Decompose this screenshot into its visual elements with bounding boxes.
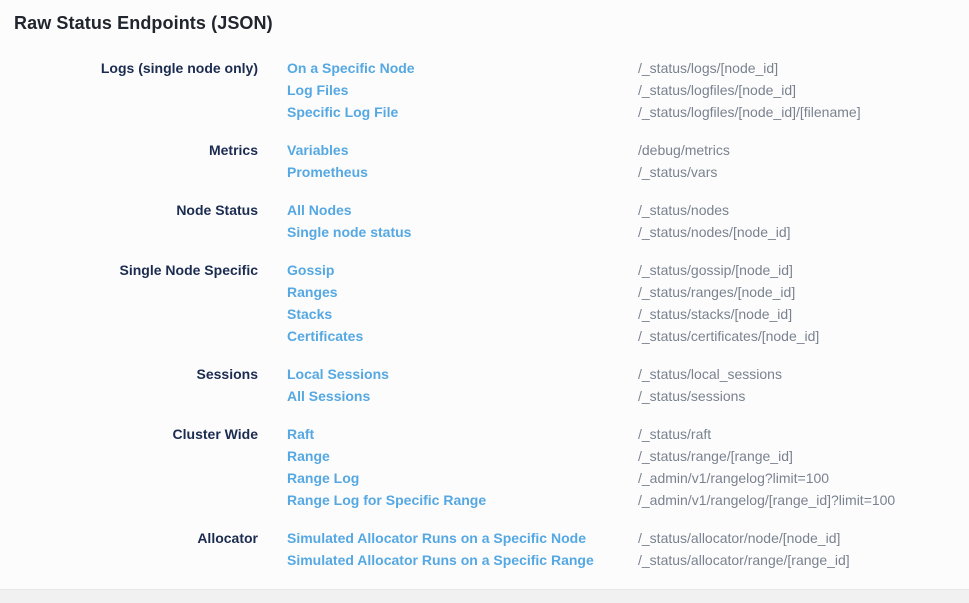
endpoint-path: /_admin/v1/rangelog/[range_id]?limit=100 bbox=[638, 489, 955, 511]
group-paths: /_status/allocator/node/[node_id]/_statu… bbox=[638, 527, 955, 571]
group-category-label: Logs (single node only) bbox=[14, 57, 258, 79]
group-category-label: Metrics bbox=[14, 139, 258, 161]
endpoint-group: Allocator Simulated Allocator Runs on a … bbox=[14, 527, 955, 571]
group-paths: /_status/local_sessions/_status/sessions bbox=[638, 363, 955, 407]
endpoint-path: /_status/certificates/[node_id] bbox=[638, 325, 955, 347]
group-category-label: Allocator bbox=[14, 527, 258, 549]
group-links: VariablesPrometheus bbox=[287, 139, 638, 183]
group-paths: /_status/logs/[node_id]/_status/logfiles… bbox=[638, 57, 955, 123]
group-links: RaftRangeRange LogRange Log for Specific… bbox=[287, 423, 638, 511]
endpoint-group: Single Node Specific GossipRangesStacksC… bbox=[14, 259, 955, 347]
endpoint-path: /debug/metrics bbox=[638, 139, 955, 161]
endpoint-path: /_status/logs/[node_id] bbox=[638, 57, 955, 79]
endpoint-groups: Logs (single node only) On a Specific No… bbox=[14, 57, 955, 571]
group-category-label: Node Status bbox=[14, 199, 258, 221]
group-category-label: Single Node Specific bbox=[14, 259, 258, 281]
group-links: On a Specific NodeLog FilesSpecific Log … bbox=[287, 57, 638, 123]
endpoint-path: /_status/logfiles/[node_id] bbox=[638, 79, 955, 101]
endpoint-link[interactable]: Local Sessions bbox=[287, 363, 389, 385]
endpoint-path: /_status/logfiles/[node_id]/[filename] bbox=[638, 101, 955, 123]
group-links: Simulated Allocator Runs on a Specific N… bbox=[287, 527, 638, 571]
endpoint-link[interactable]: Gossip bbox=[287, 259, 334, 281]
group-paths: /debug/metrics/_status/vars bbox=[638, 139, 955, 183]
endpoint-path: /_status/local_sessions bbox=[638, 363, 955, 385]
endpoint-link[interactable]: Range Log for Specific Range bbox=[287, 489, 486, 511]
endpoint-link[interactable]: All Sessions bbox=[287, 385, 370, 407]
endpoint-group: Node Status All NodesSingle node status … bbox=[14, 199, 955, 243]
raw-status-endpoints-page: Raw Status Endpoints (JSON) Logs (single… bbox=[0, 0, 969, 589]
footer-bar bbox=[0, 589, 969, 603]
endpoint-link[interactable]: Specific Log File bbox=[287, 101, 398, 123]
group-paths: /_status/gossip/[node_id]/_status/ranges… bbox=[638, 259, 955, 347]
endpoint-link[interactable]: On a Specific Node bbox=[287, 57, 415, 79]
endpoint-link[interactable]: Prometheus bbox=[287, 161, 368, 183]
group-paths: /_status/raft/_status/range/[range_id]/_… bbox=[638, 423, 955, 511]
endpoint-link[interactable]: Range bbox=[287, 445, 330, 467]
endpoint-path: /_admin/v1/rangelog?limit=100 bbox=[638, 467, 955, 489]
endpoint-link[interactable]: Simulated Allocator Runs on a Specific R… bbox=[287, 549, 594, 571]
group-links: All NodesSingle node status bbox=[287, 199, 638, 243]
endpoint-path: /_status/allocator/node/[node_id] bbox=[638, 527, 955, 549]
group-links: Local SessionsAll Sessions bbox=[287, 363, 638, 407]
endpoint-link[interactable]: Single node status bbox=[287, 221, 411, 243]
endpoint-link[interactable]: Variables bbox=[287, 139, 349, 161]
endpoint-path: /_status/nodes bbox=[638, 199, 955, 221]
endpoint-link[interactable]: Raft bbox=[287, 423, 314, 445]
group-category-label: Cluster Wide bbox=[14, 423, 258, 445]
page-title: Raw Status Endpoints (JSON) bbox=[14, 13, 955, 34]
endpoint-link[interactable]: Range Log bbox=[287, 467, 359, 489]
endpoint-path: /_status/ranges/[node_id] bbox=[638, 281, 955, 303]
endpoint-path: /_status/nodes/[node_id] bbox=[638, 221, 955, 243]
endpoint-link[interactable]: Certificates bbox=[287, 325, 363, 347]
endpoint-link[interactable]: Log Files bbox=[287, 79, 348, 101]
endpoint-link[interactable]: All Nodes bbox=[287, 199, 352, 221]
endpoint-path: /_status/allocator/range/[range_id] bbox=[638, 549, 955, 571]
endpoint-path: /_status/stacks/[node_id] bbox=[638, 303, 955, 325]
endpoint-path: /_status/raft bbox=[638, 423, 955, 445]
group-category-label: Sessions bbox=[14, 363, 258, 385]
group-paths: /_status/nodes/_status/nodes/[node_id] bbox=[638, 199, 955, 243]
endpoint-group: Sessions Local SessionsAll Sessions /_st… bbox=[14, 363, 955, 407]
endpoint-group: Cluster Wide RaftRangeRange LogRange Log… bbox=[14, 423, 955, 511]
endpoint-link[interactable]: Stacks bbox=[287, 303, 332, 325]
endpoint-link[interactable]: Ranges bbox=[287, 281, 338, 303]
endpoint-path: /_status/vars bbox=[638, 161, 955, 183]
endpoint-path: /_status/sessions bbox=[638, 385, 955, 407]
endpoint-link[interactable]: Simulated Allocator Runs on a Specific N… bbox=[287, 527, 586, 549]
endpoint-group: Logs (single node only) On a Specific No… bbox=[14, 57, 955, 123]
endpoint-group: Metrics VariablesPrometheus /debug/metri… bbox=[14, 139, 955, 183]
endpoint-path: /_status/range/[range_id] bbox=[638, 445, 955, 467]
endpoint-path: /_status/gossip/[node_id] bbox=[638, 259, 955, 281]
group-links: GossipRangesStacksCertificates bbox=[287, 259, 638, 347]
